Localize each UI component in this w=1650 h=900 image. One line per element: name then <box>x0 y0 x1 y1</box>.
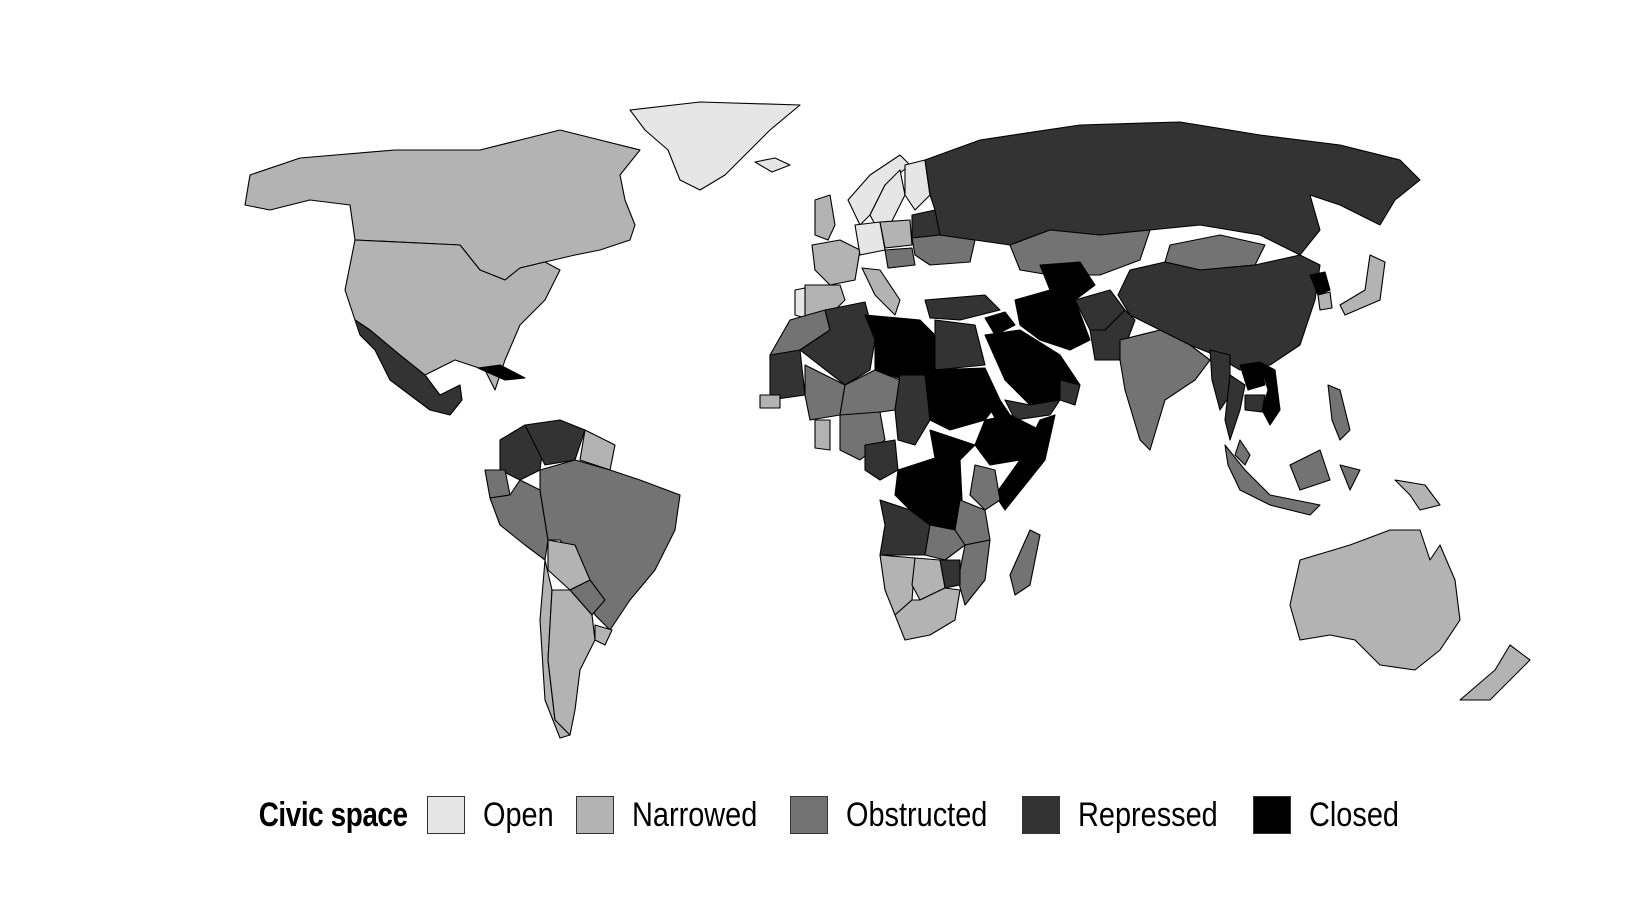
region-greenland <box>629 101 801 191</box>
region-philippines <box>1327 384 1351 441</box>
region-vietnam <box>1259 361 1281 426</box>
region-chad <box>894 374 931 446</box>
region-united-kingdom <box>814 194 836 241</box>
legend-label-closed: Closed <box>1308 795 1399 834</box>
region-mauritania <box>769 349 806 401</box>
region-ecuador <box>484 469 511 499</box>
legend-swatch-obstructed <box>789 796 828 834</box>
region-south-sudan <box>929 429 976 461</box>
region-australia <box>1289 529 1461 671</box>
legend-item-open: Open <box>427 796 556 835</box>
region-argentina <box>547 589 596 736</box>
region-kenya <box>969 464 1001 511</box>
region-russia <box>924 121 1421 256</box>
region-mongolia <box>1164 234 1266 271</box>
region-poland <box>879 219 913 249</box>
region-ghana <box>814 419 831 451</box>
legend-swatch-narrowed <box>576 796 615 834</box>
legend-item-narrowed: Narrowed <box>576 796 769 835</box>
region-hungary <box>884 247 916 269</box>
legend-label-narrowed: Narrowed <box>632 795 758 834</box>
region-papua-new-guinea <box>1394 479 1441 511</box>
legend-swatch-closed <box>1252 796 1291 834</box>
legend-label-open: Open <box>483 795 554 834</box>
region-ukraine <box>911 234 976 266</box>
region-south-korea <box>1317 291 1333 311</box>
legend-swatch-open <box>427 796 466 834</box>
legend-label-repressed: Repressed <box>1078 795 1218 834</box>
region-oman <box>1059 379 1081 406</box>
region-madagascar <box>1009 529 1041 596</box>
region-egypt <box>934 319 986 371</box>
region-italy <box>861 267 901 316</box>
region-portugal <box>794 287 806 319</box>
legend: Civic space Open Narrowed Obstructed Rep… <box>0 790 1650 840</box>
region-cambodia <box>1244 394 1266 413</box>
region-cameroon <box>864 439 899 481</box>
region-japan <box>1339 254 1386 316</box>
region-turkey <box>924 294 1001 321</box>
region-mozambique <box>957 539 991 606</box>
region-new-zealand <box>1459 644 1531 701</box>
region-france <box>811 239 861 286</box>
region-iceland <box>754 157 791 173</box>
legend-item-closed: Closed <box>1252 795 1405 835</box>
world-map <box>244 101 1531 739</box>
legend-item-obstructed: Obstructed <box>789 795 1002 835</box>
legend-item-repressed: Repressed <box>1022 796 1232 835</box>
region-cuba <box>477 364 526 381</box>
legend-label-obstructed: Obstructed <box>845 795 988 834</box>
legend-title: Civic space <box>258 795 408 834</box>
region-senegal <box>759 394 781 409</box>
legend-swatch-repressed <box>1022 796 1061 834</box>
